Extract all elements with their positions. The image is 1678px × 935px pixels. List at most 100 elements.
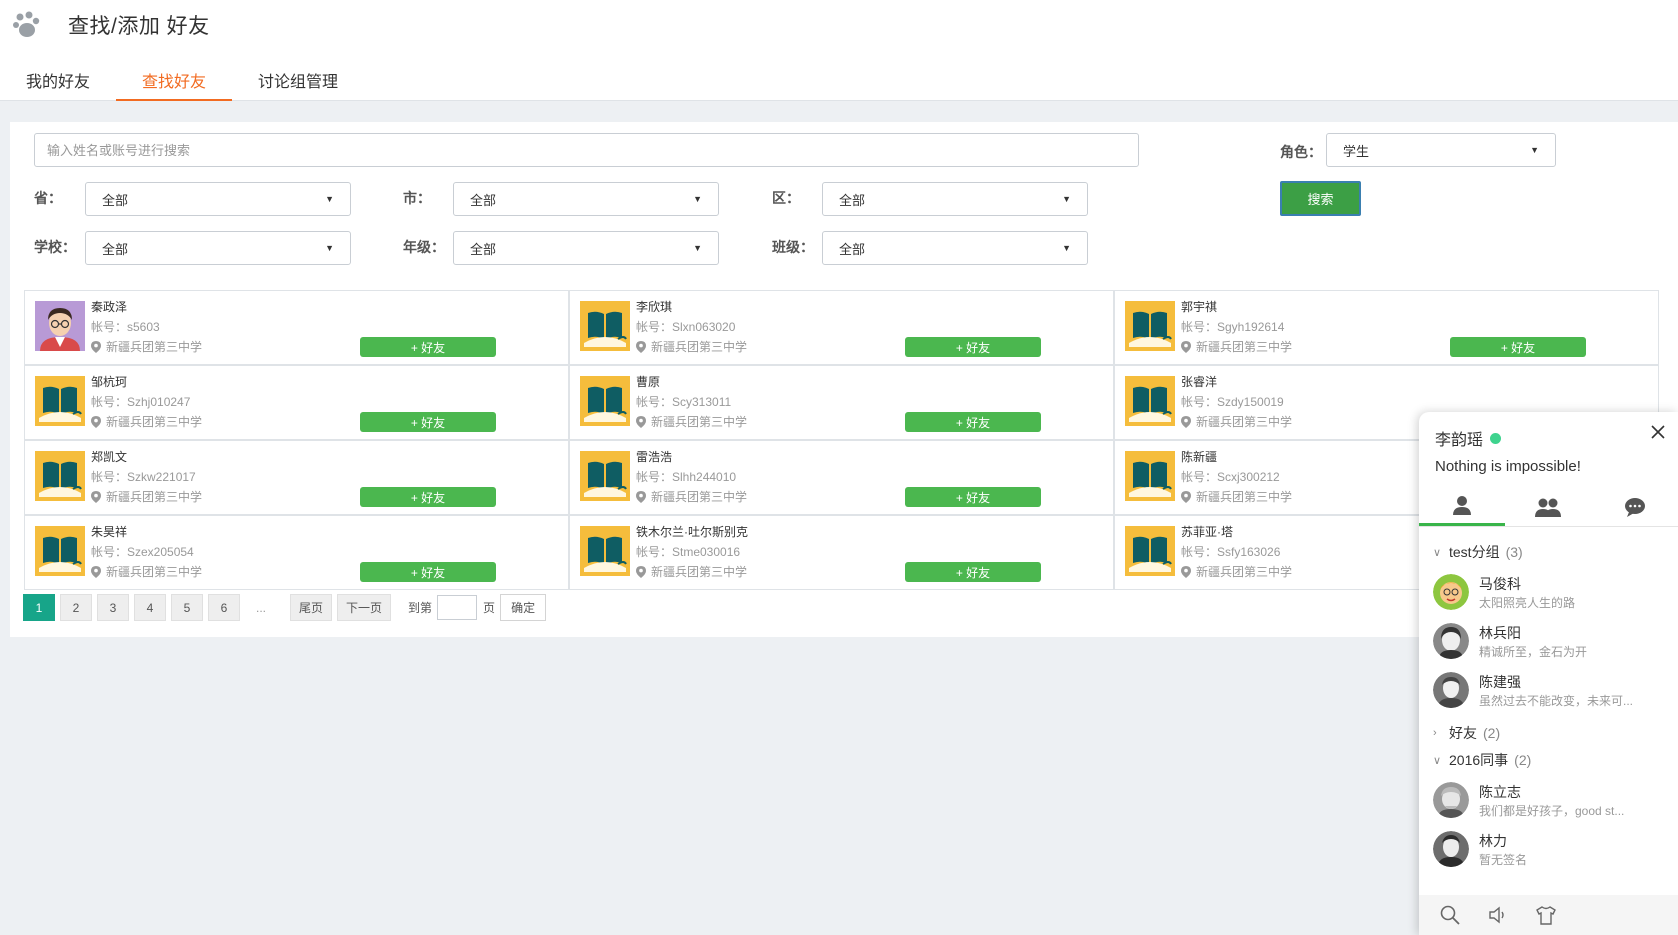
add-friend-button[interactable]: + 好友 [905, 487, 1041, 507]
next-page-button[interactable]: 下一页 [337, 594, 392, 621]
group-header-friends[interactable]: › 好友 (2) [1433, 723, 1500, 743]
tab-bar: 我的好友 查找好友 讨论组管理 [0, 60, 364, 101]
friend-account: 帐号：Slxn063020 [636, 320, 736, 334]
top-bar: 查找/添加 好友 我的好友 查找好友 讨论组管理 [0, 0, 1678, 101]
goto-confirm-button[interactable]: 确定 [500, 594, 547, 621]
friend-account: 帐号：Szkw221017 [91, 470, 196, 484]
avatar [580, 301, 630, 351]
speaker-icon[interactable] [1487, 904, 1509, 926]
friend-account: 帐号：Stme030016 [636, 545, 741, 559]
role-select[interactable]: 学生 ▼ [1326, 133, 1556, 167]
contact-name: 陈建强 [1479, 674, 1521, 690]
add-friend-button[interactable]: + 好友 [360, 487, 496, 507]
location-pin-icon [91, 340, 101, 353]
chat-toolbar [1419, 895, 1678, 935]
contact-item[interactable]: 陈建强 虽然过去不能改变，未来可... [1433, 670, 1673, 714]
goto-page-input[interactable] [437, 595, 478, 620]
page-button-4[interactable]: 4 [134, 594, 166, 621]
group-header-test[interactable]: ∨ test分组 (3) [1433, 542, 1523, 562]
district-select-value: 全部 [839, 192, 866, 208]
tab-discussion-groups[interactable]: 讨论组管理 [232, 60, 364, 101]
contact-name: 陈立志 [1479, 784, 1521, 800]
tab-groups[interactable] [1505, 487, 1591, 526]
close-icon[interactable] [1650, 424, 1666, 440]
location-pin-icon [1181, 415, 1191, 428]
friend-school: 新疆兵团第三中学 [1181, 338, 1292, 355]
avatar [35, 451, 85, 501]
contact-item[interactable]: 林力 暂无签名 [1433, 829, 1673, 873]
friend-card: 郑凯文 帐号：Szkw221017 新疆兵团第三中学 + 好友 [24, 440, 569, 515]
school-name: 新疆兵团第三中学 [106, 490, 203, 504]
tab-chats[interactable] [1592, 487, 1678, 526]
add-friend-button[interactable]: + 好友 [905, 412, 1041, 432]
search-button[interactable]: 搜索 [1280, 181, 1361, 216]
add-friend-button[interactable]: + 好友 [360, 562, 496, 582]
district-select[interactable]: 全部 ▼ [822, 182, 1088, 216]
class-select[interactable]: 全部 ▼ [822, 231, 1088, 265]
friend-account: 帐号：Slhh244010 [636, 470, 737, 484]
group-name: test分组 [1449, 544, 1500, 560]
avatar [35, 526, 85, 576]
online-status-dot [1490, 432, 1502, 444]
pagination: 1 2 3 4 5 6 ... 尾页 下一页 到第 页 确定 [23, 594, 547, 621]
friend-account: 帐号：Scy313011 [636, 395, 732, 409]
chevron-right-icon: › [1433, 727, 1437, 739]
contact-signature: 暂无签名 [1479, 853, 1528, 867]
friend-school: 新疆兵团第三中学 [636, 413, 747, 430]
grade-select[interactable]: 全部 ▼ [453, 231, 719, 265]
avatar [35, 376, 85, 426]
page-button-1[interactable]: 1 [23, 594, 55, 621]
city-select[interactable]: 全部 ▼ [453, 182, 719, 216]
school-name: 新疆兵团第三中学 [1196, 340, 1293, 354]
contact-item[interactable]: 马俊科 太阳照亮人生的路 [1433, 572, 1673, 616]
tab-my-friends[interactable]: 我的好友 [0, 60, 116, 101]
school-name: 新疆兵团第三中学 [1196, 490, 1293, 504]
search-input[interactable] [34, 133, 1139, 167]
caret-down-icon: ▼ [693, 243, 702, 253]
friend-card: 曹原 帐号：Scy313011 新疆兵团第三中学 + 好友 [569, 365, 1114, 440]
friend-name: 郭宇祺 [1181, 300, 1218, 314]
contact-name: 林力 [1479, 833, 1507, 849]
friend-school: 新疆兵团第三中学 [91, 338, 202, 355]
contact-item[interactable]: 林兵阳 精诚所至，金石为开 [1433, 621, 1673, 665]
friend-name: 秦政泽 [91, 300, 128, 314]
school-select[interactable]: 全部 ▼ [85, 231, 351, 265]
school-name: 新疆兵团第三中学 [651, 490, 748, 504]
add-friend-button[interactable]: + 好友 [905, 562, 1041, 582]
friend-card: 秦政泽帐号：s5603 新疆兵团第三中学 + 好友 [24, 290, 569, 365]
page-button-6[interactable]: 6 [208, 594, 240, 621]
shirt-icon[interactable] [1535, 904, 1557, 926]
page-button-3[interactable]: 3 [97, 594, 129, 621]
search-icon[interactable] [1439, 904, 1461, 926]
school-label: 学校： [34, 239, 76, 255]
page-button-5[interactable]: 5 [171, 594, 203, 621]
contact-item[interactable]: 陈立志 我们都是好孩子，good st... [1433, 780, 1673, 824]
friend-account: 帐号：Ssfy163026 [1181, 545, 1281, 559]
grade-select-value: 全部 [470, 241, 497, 257]
add-friend-button[interactable]: + 好友 [360, 337, 496, 357]
location-pin-icon [1181, 565, 1191, 578]
location-pin-icon [636, 565, 646, 578]
last-page-button[interactable]: 尾页 [290, 594, 333, 621]
page-button-2[interactable]: 2 [60, 594, 92, 621]
tab-contacts[interactable] [1419, 487, 1506, 526]
friend-account: 帐号：s5603 [91, 320, 160, 334]
caret-down-icon: ▼ [325, 243, 334, 253]
friend-card: 朱昊祥 帐号：Szex205054 新疆兵团第三中学 + 好友 [24, 515, 569, 590]
add-friend-button[interactable]: + 好友 [905, 337, 1041, 357]
group-header-2016-colleagues[interactable]: ∨ 2016同事 (2) [1433, 750, 1531, 770]
add-friend-button[interactable]: + 好友 [1450, 337, 1586, 357]
contact-signature: 虽然过去不能改变，未来可... [1479, 694, 1634, 708]
role-label: 角色： [1280, 144, 1322, 160]
chevron-down-icon: ∨ [1433, 546, 1442, 559]
tab-find-friends[interactable]: 查找好友 [116, 60, 233, 101]
grade-label: 年级： [403, 239, 445, 255]
caret-down-icon: ▼ [1062, 243, 1071, 253]
province-select[interactable]: 全部 ▼ [85, 182, 351, 216]
friend-card: 郭宇祺 帐号：Sgyh192614 新疆兵团第三中学 + 好友 [1114, 290, 1659, 365]
group-count: (2) [1483, 725, 1501, 741]
caret-down-icon: ▼ [1530, 145, 1539, 155]
friend-name: 张睿洋 [1181, 375, 1218, 389]
friend-account: 帐号：Szdy150019 [1181, 395, 1284, 409]
add-friend-button[interactable]: + 好友 [360, 412, 496, 432]
